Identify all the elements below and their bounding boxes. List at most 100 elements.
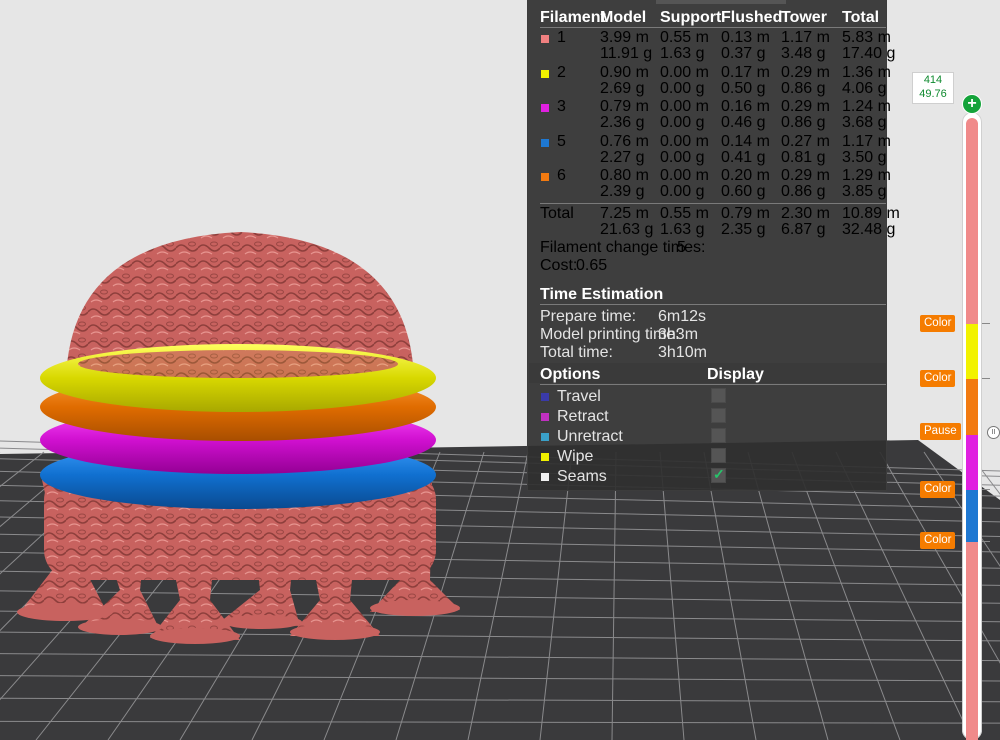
filament-color-swatch — [541, 173, 549, 181]
filament-id: 1 — [557, 29, 566, 46]
filament-support-weight: 0.00 g — [660, 148, 705, 166]
total-time-label: Total time: — [540, 344, 613, 361]
total-tower-weight: 6.87 g — [781, 221, 826, 238]
slider-segment-filament-1 — [966, 118, 978, 324]
total-time-value: 3h10m — [658, 344, 707, 361]
option-color-swatch — [541, 453, 549, 461]
pause-marker[interactable]: Pause — [920, 423, 961, 440]
header-divider — [540, 27, 886, 28]
option-label-retract: Retract — [557, 408, 609, 425]
filament-total-weight: 3.85 g — [842, 183, 887, 200]
filament-support-weight: 0.00 g — [660, 79, 705, 97]
filament-model-weight: 2.39 g — [600, 183, 645, 200]
total-support-length: 0.55 m — [660, 205, 709, 222]
col-header-support: Support — [660, 9, 722, 26]
col-header-flushed: Flushed — [721, 9, 783, 26]
col-header-total: Total — [842, 9, 880, 26]
option-label-seams: Seams — [557, 468, 607, 485]
filament-model-weight: 2.36 g — [600, 114, 645, 131]
panel-top-bar — [656, 0, 786, 4]
top-handle-plus-icon[interactable]: + — [962, 94, 982, 114]
filament-flushed-length: 0.20 m — [721, 167, 770, 184]
filament-tower-length: 0.29 m — [781, 98, 830, 115]
total-support-weight: 1.63 g — [660, 221, 705, 238]
color-change-marker-1[interactable]: Color — [920, 315, 956, 332]
tick-mark — [982, 489, 990, 490]
filament-support-length: 0.00 m — [660, 63, 709, 81]
options-divider — [540, 384, 886, 385]
filament-total-weight: 17.40 g — [842, 45, 896, 62]
slider-segment-filament-1-lower — [966, 542, 978, 740]
filament-support-length: 0.00 m — [660, 132, 709, 150]
filament-tower-length: 0.29 m — [781, 167, 830, 184]
filament-support-length: 0.00 m — [660, 98, 709, 115]
filament-total-length: 1.24 m — [842, 98, 891, 115]
option-label-travel: Travel — [557, 388, 601, 405]
top-layer-height: 49.76 — [919, 88, 947, 100]
filament-support-weight: 0.00 g — [660, 114, 705, 131]
total-tower-length: 2.30 m — [781, 205, 830, 222]
filament-id: 2 — [557, 63, 566, 81]
display-title: Display — [707, 366, 764, 383]
filament-tower-length: 0.29 m — [781, 63, 830, 81]
col-header-tower: Tower — [781, 9, 827, 26]
filament-model-weight: 2.69 g — [600, 79, 645, 97]
col-header-filament: Filament — [540, 9, 606, 26]
filament-color-swatch — [541, 104, 549, 112]
option-label-wipe: Wipe — [557, 448, 594, 465]
total-flushed-length: 0.79 m — [721, 205, 770, 222]
option-checkbox-travel[interactable] — [711, 388, 726, 403]
filament-flushed-weight: 0.41 g — [721, 148, 766, 166]
filament-flushed-length: 0.14 m — [721, 132, 770, 150]
option-label-unretract: Unretract — [557, 428, 623, 445]
filament-support-weight: 1.63 g — [660, 45, 705, 62]
tick-mark — [982, 378, 990, 379]
options-title: Options — [540, 366, 601, 383]
option-checkbox-retract[interactable] — [711, 408, 726, 423]
prepare-time-value: 6m12s — [658, 308, 707, 325]
filament-tower-weight: 0.86 g — [781, 79, 826, 97]
prepare-time-label: Prepare time: — [540, 308, 637, 325]
filament-model-weight: 2.27 g — [600, 148, 645, 166]
total-model-length: 7.25 m — [600, 205, 649, 222]
tick-mark — [982, 541, 990, 542]
filament-model-length: 0.79 m — [600, 98, 649, 115]
total-divider — [540, 203, 886, 204]
filament-tower-weight: 0.86 g — [781, 114, 826, 131]
filament-color-swatch — [541, 69, 549, 78]
time-estimation-title: Time Estimation — [540, 286, 664, 303]
slider-segment-filament-2 — [966, 324, 978, 379]
cost-label: Cost: — [540, 257, 578, 274]
filament-model-length: 0.90 m — [600, 63, 649, 81]
total-total-weight: 32.48 g — [842, 221, 896, 238]
filament-total-length: 1.36 m — [842, 63, 891, 81]
col-header-model: Model — [600, 9, 647, 26]
model-printing-time-value: 3h3m — [658, 326, 699, 343]
color-change-marker-4[interactable]: Color — [920, 532, 956, 549]
filament-flushed-weight: 0.50 g — [721, 79, 766, 97]
pause-icon: II — [987, 426, 1000, 439]
filament-tower-length: 1.17 m — [781, 29, 830, 46]
option-color-swatch — [541, 413, 549, 421]
option-checkbox-seams[interactable] — [711, 466, 726, 483]
total-label: Total — [540, 205, 574, 222]
color-change-marker-3[interactable]: Color — [920, 481, 956, 498]
filament-id: 5 — [557, 132, 566, 150]
color-change-marker-2[interactable]: Color — [920, 370, 956, 387]
filament-support-weight: 0.00 g — [660, 183, 705, 200]
filament-tower-weight: 0.86 g — [781, 183, 826, 200]
cost-value: 0.65 — [576, 257, 608, 274]
filament-flushed-length: 0.13 m — [721, 29, 770, 46]
filament-total-length: 5.83 m — [842, 29, 891, 46]
filament-tower-length: 0.27 m — [781, 132, 830, 150]
slider-segment-filament-6 — [966, 379, 978, 435]
option-checkbox-wipe[interactable] — [711, 448, 726, 463]
filament-tower-weight: 0.81 g — [781, 148, 826, 166]
filament-model-length: 3.99 m — [600, 29, 649, 46]
total-flushed-weight: 2.35 g — [721, 221, 766, 238]
filament-flushed-length: 0.16 m — [721, 98, 770, 115]
filament-color-swatch — [541, 35, 549, 43]
filament-total-weight: 4.06 g — [842, 79, 887, 97]
option-checkbox-unretract[interactable] — [711, 428, 726, 443]
filament-id: 6 — [557, 167, 566, 184]
